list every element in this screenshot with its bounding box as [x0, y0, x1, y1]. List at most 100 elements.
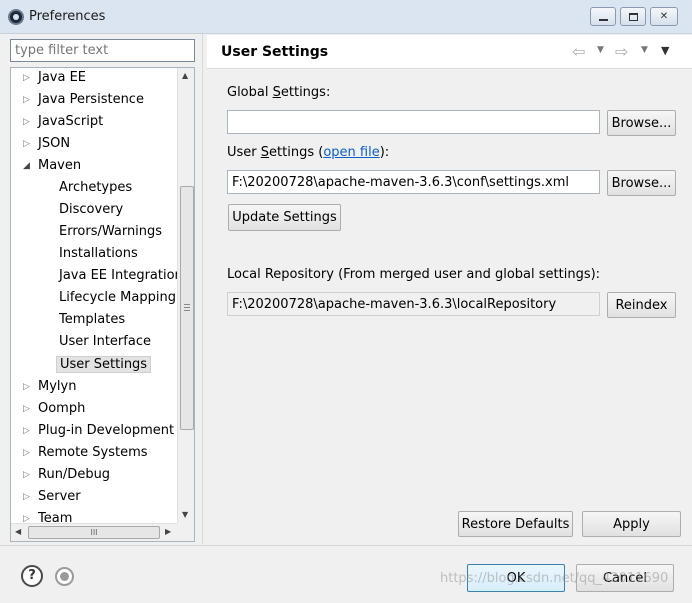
- tree-item-mylyn[interactable]: ▷ Mylyn: [23, 377, 76, 397]
- help-icon[interactable]: ?: [21, 565, 43, 587]
- tree-item-discovery[interactable]: Discovery: [59, 200, 123, 220]
- label-text: ettings (: [269, 145, 324, 160]
- scroll-down-icon[interactable]: ▼: [182, 510, 188, 519]
- tree-item-label: Lifecycle Mapping: [59, 290, 176, 305]
- restore-defaults-button[interactable]: Restore Defaults: [458, 511, 573, 537]
- tree-item-label-selected: User Settings: [56, 356, 152, 373]
- tree-item-label: Java EE Integration: [59, 268, 183, 283]
- close-icon: ✕: [659, 11, 669, 22]
- local-repository-label: Local Repository (From merged user and g…: [227, 267, 601, 282]
- expand-arrow-icon[interactable]: ▷: [23, 465, 31, 485]
- title-bar: Preferences ✕: [0, 0, 692, 34]
- bottom-separator: [0, 545, 692, 546]
- vertical-scroll-thumb[interactable]: [180, 186, 194, 430]
- tree-item-label: User Interface: [59, 334, 151, 349]
- expand-arrow-icon[interactable]: ▷: [23, 68, 31, 88]
- tree-item-maven[interactable]: ◢ Maven: [23, 156, 81, 176]
- tree-item-label: JavaScript: [38, 114, 104, 129]
- expand-arrow-icon[interactable]: ▷: [23, 399, 31, 419]
- user-settings-label: User Settings (open file):: [227, 145, 389, 160]
- label-mnemonic: S: [272, 85, 281, 100]
- tree-item-java-ee[interactable]: ▷ Java EE: [23, 68, 86, 88]
- grip-line: [184, 310, 190, 311]
- tree-item-templates[interactable]: Templates: [59, 310, 125, 330]
- label-text: ettings:: [280, 85, 331, 100]
- apply-button[interactable]: Apply: [582, 511, 681, 537]
- open-file-link[interactable]: open file: [323, 145, 379, 160]
- close-button[interactable]: ✕: [650, 7, 678, 26]
- tree-item-remote-systems[interactable]: ▷ Remote Systems: [23, 443, 148, 463]
- tree-item-label: Errors/Warnings: [59, 224, 163, 239]
- scroll-right-icon[interactable]: ▶: [165, 527, 171, 536]
- tree-vertical-scrollbar[interactable]: ▲ ▼: [177, 68, 194, 523]
- tree-item-java-ee-integration[interactable]: Java EE Integration: [59, 266, 183, 286]
- tree-item-label: Remote Systems: [38, 445, 148, 460]
- expand-arrow-icon[interactable]: ▷: [23, 377, 31, 397]
- tree-item-label: Server: [38, 489, 81, 504]
- scroll-left-icon[interactable]: ◀: [15, 527, 21, 536]
- forward-icon[interactable]: ⇨: [615, 42, 628, 61]
- tree-item-user-settings[interactable]: User Settings: [56, 355, 152, 375]
- tree-item-label: Plug-in Development: [38, 423, 175, 438]
- tree-item-server[interactable]: ▷ Server: [23, 487, 81, 507]
- tree-item-label: Installations: [59, 246, 138, 261]
- scroll-up-icon[interactable]: ▲: [182, 71, 188, 80]
- record-macro-icon[interactable]: [55, 567, 74, 586]
- tree-item-installations[interactable]: Installations: [59, 244, 138, 264]
- expand-arrow-icon[interactable]: ▷: [23, 487, 31, 507]
- forward-menu-icon[interactable]: ▼: [641, 45, 648, 55]
- scrollbar-corner: [177, 523, 194, 541]
- filter-input[interactable]: [10, 39, 195, 62]
- global-browse-button[interactable]: Browse...: [607, 110, 676, 136]
- tree-item-label: Java EE: [38, 70, 87, 85]
- back-icon[interactable]: ⇦: [572, 42, 585, 61]
- tree-item-label: JSON: [38, 136, 71, 151]
- minimize-button[interactable]: [590, 7, 616, 26]
- expand-arrow-icon[interactable]: ▷: [23, 90, 31, 110]
- expand-arrow-icon[interactable]: ▷: [23, 443, 31, 463]
- watermark-text: https://blog.csdn.net/qq_42011690: [440, 571, 669, 586]
- tree-item-archetypes[interactable]: Archetypes: [59, 178, 132, 198]
- tree-item-label: Discovery: [59, 202, 124, 217]
- tree-item-label: Maven: [38, 158, 82, 173]
- tree-item-oomph[interactable]: ▷ Oomph: [23, 399, 85, 419]
- local-repository-field: F:\20200728\apache-maven-3.6.3\localRepo…: [227, 292, 600, 316]
- reindex-button[interactable]: Reindex: [607, 292, 676, 318]
- tree-horizontal-scrollbar[interactable]: ◀ III ▶: [11, 523, 177, 541]
- tree-item-label: Mylyn: [38, 379, 77, 394]
- tree-item-plug-in-development[interactable]: ▷ Plug-in Development: [23, 421, 174, 441]
- tree-item-label: Archetypes: [59, 180, 133, 195]
- label-mnemonic: S: [260, 145, 270, 160]
- preference-tree[interactable]: ▷ Java EE ▷ Java Persistence ▷ JavaScrip…: [10, 67, 195, 542]
- tree-item-run-debug[interactable]: ▷ Run/Debug: [23, 465, 110, 485]
- horizontal-scroll-thumb[interactable]: III: [28, 526, 160, 539]
- tree-item-json[interactable]: ▷ JSON: [23, 134, 70, 154]
- window-title: Preferences: [29, 9, 106, 24]
- update-settings-button[interactable]: Update Settings: [228, 204, 341, 231]
- tree-item-user-interface[interactable]: User Interface: [59, 332, 151, 352]
- view-menu-icon[interactable]: ▼: [661, 44, 669, 57]
- tree-item-lifecycle-mapping[interactable]: Lifecycle Mapping: [59, 288, 176, 308]
- global-settings-field[interactable]: [227, 110, 600, 134]
- tree-item-java-persistence[interactable]: ▷ Java Persistence: [23, 90, 144, 110]
- expand-arrow-icon[interactable]: ▷: [23, 421, 31, 441]
- grip-line: [184, 307, 190, 308]
- tree-item-errors-warnings[interactable]: Errors/Warnings: [59, 222, 162, 242]
- user-browse-button[interactable]: Browse...: [607, 170, 676, 196]
- tree-item-label: Templates: [59, 312, 126, 327]
- expand-arrow-icon[interactable]: ▷: [23, 134, 31, 154]
- grip-line: [184, 304, 190, 305]
- eclipse-app-icon: [8, 9, 24, 25]
- panel-sash[interactable]: [202, 34, 203, 544]
- tree-item-javascript[interactable]: ▷ JavaScript: [23, 112, 103, 132]
- tree-item-label: Oomph: [38, 401, 86, 416]
- global-settings-label: Global Settings:: [227, 85, 330, 100]
- back-menu-icon[interactable]: ▼: [597, 45, 604, 55]
- maximize-button[interactable]: [620, 7, 646, 26]
- label-text: Global: [227, 85, 273, 100]
- user-settings-field[interactable]: F:\20200728\apache-maven-3.6.3\conf\sett…: [227, 170, 600, 194]
- collapse-arrow-icon[interactable]: ◢: [23, 156, 31, 176]
- maximize-icon: [628, 12, 638, 21]
- tree-item-label: Run/Debug: [38, 467, 111, 482]
- expand-arrow-icon[interactable]: ▷: [23, 112, 31, 132]
